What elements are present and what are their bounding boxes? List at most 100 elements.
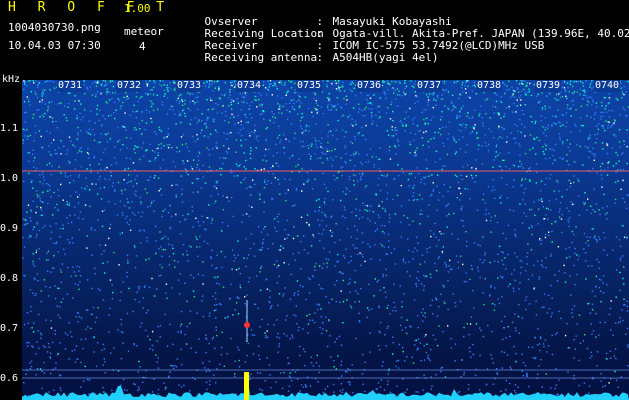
noise-pixel bbox=[196, 122, 198, 124]
noise-pixel bbox=[146, 179, 149, 181]
noise-pixel bbox=[283, 262, 285, 264]
time-tick-label: 0737 bbox=[416, 80, 443, 92]
noise-pixel bbox=[244, 361, 246, 363]
noise-pixel bbox=[514, 390, 516, 392]
noise-pixel bbox=[537, 93, 539, 96]
noise-pixel bbox=[183, 112, 186, 115]
noise-pixel bbox=[157, 393, 159, 395]
noise-pixel bbox=[208, 86, 210, 88]
noise-pixel bbox=[42, 91, 44, 94]
noise-pixel bbox=[550, 209, 552, 211]
noise-pixel bbox=[487, 186, 490, 188]
noise-pixel bbox=[151, 277, 153, 280]
noise-pixel bbox=[337, 260, 339, 263]
noise-pixel bbox=[248, 254, 250, 256]
noise-pixel bbox=[148, 111, 151, 113]
noise-pixel bbox=[142, 211, 144, 214]
noise-pixel bbox=[174, 365, 176, 367]
noise-pixel bbox=[524, 104, 527, 106]
noise-pixel bbox=[623, 109, 625, 111]
noise-pixel bbox=[322, 288, 324, 290]
noise-pixel bbox=[585, 80, 587, 82]
noise-pixel bbox=[201, 215, 203, 217]
noise-pixel bbox=[472, 353, 474, 356]
noise-pixel bbox=[103, 151, 105, 154]
noise-pixel bbox=[60, 271, 63, 273]
noise-pixel bbox=[227, 315, 229, 318]
meteor-count: 4 bbox=[139, 40, 146, 53]
noise-pixel bbox=[523, 88, 525, 91]
noise-pixel bbox=[534, 122, 536, 124]
noise-pixel bbox=[429, 273, 432, 275]
noise-pixel bbox=[261, 105, 263, 107]
noise-pixel bbox=[314, 107, 316, 110]
noise-pixel bbox=[210, 257, 212, 260]
noise-pixel bbox=[181, 100, 183, 102]
noise-pixel bbox=[557, 246, 560, 248]
noise-pixel bbox=[44, 346, 46, 348]
noise-pixel bbox=[611, 110, 613, 112]
noise-pixel bbox=[149, 339, 151, 341]
noise-pixel bbox=[392, 120, 394, 122]
noise-pixel bbox=[54, 329, 56, 332]
noise-pixel bbox=[82, 116, 84, 118]
noise-pixel bbox=[167, 128, 169, 130]
noise-pixel bbox=[476, 266, 479, 269]
noise-pixel bbox=[513, 137, 515, 140]
noise-pixel bbox=[410, 326, 412, 328]
noise-pixel bbox=[70, 275, 72, 278]
noise-pixel bbox=[418, 279, 420, 282]
noise-pixel bbox=[454, 302, 456, 304]
noise-pixel bbox=[122, 342, 124, 344]
noise-pixel bbox=[86, 168, 88, 170]
noise-pixel bbox=[394, 263, 397, 265]
noise-pixel bbox=[545, 207, 548, 209]
noise-pixel bbox=[141, 119, 143, 122]
noise-pixel bbox=[336, 97, 339, 99]
noise-pixel bbox=[280, 245, 282, 247]
noise-pixel bbox=[604, 97, 606, 99]
noise-pixel bbox=[160, 147, 163, 149]
noise-pixel bbox=[587, 265, 589, 267]
noise-pixel bbox=[258, 249, 261, 251]
noise-pixel bbox=[213, 81, 216, 83]
noise-pixel bbox=[29, 362, 31, 364]
noise-pixel bbox=[238, 349, 240, 351]
noise-pixel bbox=[64, 172, 66, 174]
noise-pixel bbox=[303, 235, 305, 237]
noise-pixel bbox=[406, 319, 408, 321]
noise-pixel bbox=[241, 221, 243, 223]
noise-pixel bbox=[442, 330, 444, 333]
noise-pixel bbox=[422, 131, 425, 134]
noise-pixel bbox=[435, 245, 438, 247]
noise-pixel bbox=[391, 80, 393, 83]
noise-pixel bbox=[547, 124, 549, 126]
noise-pixel bbox=[327, 159, 329, 161]
noise-pixel bbox=[208, 315, 211, 317]
noise-pixel bbox=[25, 223, 27, 225]
noise-pixel bbox=[309, 278, 311, 281]
noise-pixel bbox=[445, 126, 447, 128]
meteor-echo bbox=[244, 322, 250, 328]
noise-pixel bbox=[181, 201, 184, 203]
noise-pixel bbox=[430, 119, 432, 121]
noise-pixel bbox=[232, 100, 235, 102]
noise-pixel bbox=[249, 153, 251, 155]
noise-pixel bbox=[216, 282, 218, 284]
noise-pixel bbox=[125, 157, 128, 159]
noise-pixel bbox=[278, 213, 280, 215]
noise-pixel bbox=[594, 295, 596, 297]
noise-pixel bbox=[240, 135, 243, 137]
noise-pixel bbox=[400, 316, 403, 319]
noise-pixel bbox=[146, 192, 148, 194]
noise-pixel bbox=[595, 142, 597, 144]
noise-pixel bbox=[309, 319, 311, 321]
noise-pixel bbox=[322, 80, 324, 82]
noise-pixel bbox=[464, 188, 466, 190]
noise-pixel bbox=[603, 249, 605, 251]
noise-pixel bbox=[323, 183, 326, 185]
noise-pixel bbox=[569, 275, 571, 277]
noise-pixel bbox=[302, 130, 305, 133]
noise-pixel bbox=[228, 132, 230, 135]
info-label: Receiving antenna bbox=[204, 51, 318, 64]
